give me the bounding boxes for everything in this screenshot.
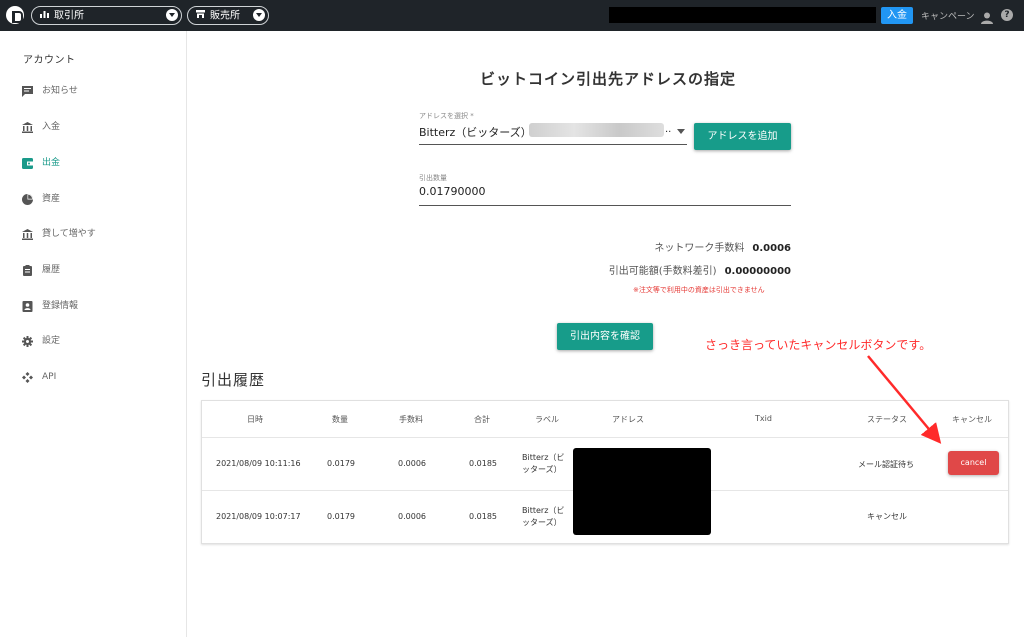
col-total: 合計 [474, 415, 490, 424]
row-fee: 0.0006 [398, 512, 426, 521]
network-fee-label: ネットワーク手数料 [654, 243, 745, 254]
warning-text: ※注文等で利用中の資産は引出できません [633, 286, 765, 294]
col-fee: 手数料 [399, 415, 423, 424]
row-datetime: 2021/08/09 10:07:17 [216, 512, 301, 521]
available-value: 0.00000000 [724, 266, 791, 277]
available-label: 引出可能額(手数料差引) [608, 266, 717, 277]
history-title: 引出履歴 [201, 371, 266, 389]
cancel-button[interactable]: cancel [948, 451, 999, 475]
confirm-button[interactable]: 引出内容を確認 [557, 323, 653, 350]
deposit-button[interactable]: 入金 [881, 7, 913, 24]
sidebar-item-label: お知らせ [42, 86, 78, 96]
dropdown-arrow-icon[interactable] [677, 129, 685, 134]
chevron-down-icon [166, 9, 178, 21]
row-total: 0.0185 [469, 512, 497, 521]
sales-label: 販売所 [210, 10, 240, 22]
address-value: Bitterz（ビッターズ）- [419, 126, 536, 139]
row-label: Bitterz（ビッターズ） [522, 453, 565, 474]
sidebar-item-label: 貸して増やす [42, 229, 96, 239]
address-select[interactable]: Bitterz（ビッターズ）- .. [419, 121, 687, 145]
bitbank-logo[interactable] [6, 6, 24, 24]
sidebar-item-label: 出金 [42, 158, 61, 168]
annotation-text: さっき言っていたキャンセルボタンです。 [705, 338, 932, 352]
row-status: メール認証待ち [858, 460, 914, 469]
col-label: ラベル [535, 415, 559, 424]
sidebar-item-label: 履歴 [42, 265, 61, 275]
blurred-address [529, 123, 664, 137]
col-status: ステータス [867, 415, 907, 424]
message-icon [22, 86, 33, 97]
redacted-address-block [573, 448, 711, 535]
add-address-button[interactable]: アドレスを追加 [694, 123, 791, 150]
amount-value: 0.01790000 [419, 185, 486, 198]
gear-icon [22, 336, 33, 347]
row-label: Bitterz（ビッターズ） [522, 506, 565, 527]
api-icon [22, 372, 33, 383]
redacted-area [609, 7, 876, 23]
row-datetime: 2021/08/09 10:11:16 [216, 459, 301, 468]
col-cancel: キャンセル [952, 415, 992, 424]
exchange-label: 取引所 [54, 10, 84, 22]
user-icon[interactable] [981, 9, 993, 24]
address-label: アドレスを選択 * [419, 112, 474, 120]
col-amount: 数量 [332, 415, 348, 424]
row-total: 0.0185 [469, 459, 497, 468]
bar-chart-icon [40, 7, 49, 24]
address-ellipsis: .. [665, 124, 672, 135]
row-status: キャンセル [867, 512, 907, 521]
store-icon [196, 7, 205, 24]
available-row: 引出可能額(手数料差引) 0.00000000 [609, 262, 791, 277]
exchange-selector[interactable]: 取引所 [31, 6, 182, 25]
sidebar-item-label: 設定 [42, 336, 61, 346]
network-fee-row: ネットワーク手数料 0.0006 [654, 239, 791, 254]
sidebar: アカウント お知らせ 入金 出金 資産 貸して増やす 履歴 登録情報 設定 AP… [0, 31, 187, 637]
network-fee-value: 0.0006 [752, 243, 791, 254]
col-datetime: 日時 [247, 415, 263, 424]
bank-icon [22, 229, 33, 240]
sidebar-item-label: 登録情報 [42, 301, 79, 311]
sidebar-item-label: 入金 [42, 122, 61, 132]
sales-selector[interactable]: 販売所 [187, 6, 269, 25]
bank-icon [22, 122, 33, 133]
row-fee: 0.0006 [398, 459, 426, 468]
row-amount: 0.0179 [327, 459, 355, 468]
id-card-icon [22, 301, 33, 312]
help-icon[interactable]: ? [1001, 9, 1013, 21]
sidebar-item-label: 資産 [42, 194, 61, 204]
col-address: アドレス [612, 415, 644, 424]
campaign-link[interactable]: キャンペーン [921, 9, 975, 22]
row-amount: 0.0179 [327, 512, 355, 521]
divider [202, 437, 1008, 438]
chevron-down-icon [253, 9, 265, 21]
sidebar-item-label: API [42, 372, 57, 382]
sidebar-title: アカウント [23, 55, 76, 66]
col-txid: Txid [755, 414, 772, 423]
wallet-icon [22, 158, 33, 169]
page-title: ビットコイン引出先アドレスの指定 [480, 70, 737, 88]
pie-chart-icon [22, 194, 33, 205]
top-bar: 取引所 販売所 入金 キャンペーン ? [0, 0, 1024, 31]
amount-input[interactable]: 0.01790000 [419, 182, 791, 206]
clipboard-icon [22, 265, 33, 276]
